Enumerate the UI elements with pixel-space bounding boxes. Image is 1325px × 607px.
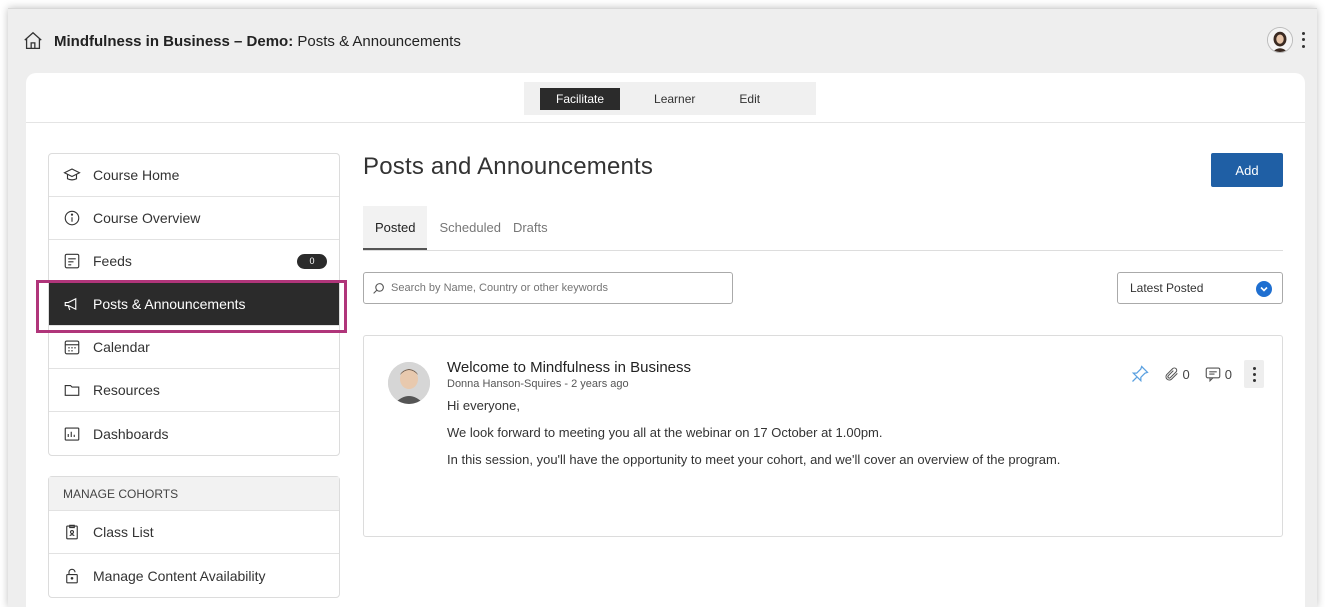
- search-input[interactable]: [391, 282, 711, 294]
- pin-icon[interactable]: [1130, 364, 1150, 384]
- app-window: Mindfulness in Business – Demo: Posts & …: [8, 8, 1317, 607]
- post-more-options-icon[interactable]: [1244, 360, 1264, 388]
- top-bar: Mindfulness in Business – Demo: Posts & …: [8, 9, 1317, 73]
- megaphone-icon: [63, 295, 81, 313]
- sidebar-item-label: Posts & Announcements: [93, 296, 246, 312]
- manage-cohorts-heading: MANAGE COHORTS: [49, 477, 339, 511]
- post-paragraph: We look forward to meeting you all at th…: [447, 425, 883, 440]
- mode-switcher: Facilitate Learner Edit: [524, 82, 816, 115]
- sidebar-item-label: Course Overview: [93, 210, 201, 226]
- lock-icon: [63, 567, 81, 585]
- post-actions: 0 0: [1116, 360, 1264, 388]
- sidebar: Course Home Course Overview Feeds 0 Post…: [36, 153, 347, 598]
- post-paragraph: Hi everyone,: [447, 398, 520, 413]
- sidebar-item-posts-announcements[interactable]: Posts & Announcements: [49, 283, 339, 326]
- sidebar-item-class-list[interactable]: Class List: [49, 511, 339, 554]
- sidebar-item-label: Feeds: [93, 253, 132, 269]
- attachments-button[interactable]: 0: [1164, 366, 1190, 382]
- course-title: Mindfulness in Business – Demo:: [54, 32, 294, 50]
- feeds-count-badge: 0: [297, 254, 327, 269]
- search-icon: [373, 282, 384, 294]
- sidebar-item-label: Class List: [93, 524, 154, 540]
- sidebar-item-label: Calendar: [93, 339, 150, 355]
- author-avatar: [388, 362, 430, 404]
- sidebar-item-course-home[interactable]: Course Home: [49, 154, 339, 197]
- sidebar-item-manage-content-availability[interactable]: Manage Content Availability: [49, 554, 339, 597]
- mode-bar: Facilitate Learner Edit: [26, 73, 1305, 123]
- home-icon[interactable]: [22, 30, 44, 52]
- sidebar-item-label: Manage Content Availability: [93, 567, 266, 584]
- post-title[interactable]: Welcome to Mindfulness in Business: [447, 359, 691, 376]
- post-card: Welcome to Mindfulness in Business Donna…: [363, 335, 1283, 537]
- dashboard-icon: [63, 425, 81, 443]
- main-panel: Posts and Announcements Add Posted Sched…: [363, 153, 1283, 537]
- chevron-down-icon: [1256, 281, 1272, 297]
- comment-icon: [1205, 367, 1221, 383]
- sidebar-item-feeds[interactable]: Feeds 0: [49, 240, 339, 283]
- feed-icon: [63, 252, 81, 270]
- more-options-icon[interactable]: [1297, 30, 1309, 50]
- clipboard-icon: [63, 523, 81, 541]
- user-avatar[interactable]: [1267, 27, 1293, 53]
- page-breadcrumb-title: Mindfulness in Business – Demo: Posts & …: [54, 33, 461, 50]
- post-meta: Donna Hanson-Squires - 2 years ago: [447, 378, 629, 390]
- page-title: Posts and Announcements: [363, 153, 654, 180]
- sort-select[interactable]: Latest Posted: [1117, 272, 1283, 304]
- tab-posted[interactable]: Posted: [363, 206, 428, 250]
- manage-cohorts-panel: MANAGE COHORTS Class List Manage Content…: [48, 476, 340, 598]
- course-nav: Course Home Course Overview Feeds 0 Post…: [48, 153, 340, 456]
- tab-scheduled[interactable]: Scheduled: [439, 206, 512, 250]
- user-avatar-image: [1268, 28, 1292, 52]
- sidebar-item-dashboards[interactable]: Dashboards: [49, 412, 339, 455]
- add-button[interactable]: Add: [1211, 153, 1283, 187]
- attachments-count: 0: [1182, 366, 1190, 382]
- post-tabs: Posted Scheduled Drafts: [363, 206, 1283, 251]
- post-paragraph: In this session, you'll have the opportu…: [447, 452, 1061, 467]
- graduation-cap-icon: [63, 166, 81, 184]
- comments-count: 0: [1224, 366, 1232, 382]
- section-title: Posts & Announcements: [293, 32, 461, 50]
- folder-icon: [63, 381, 81, 399]
- search-box: [363, 272, 733, 304]
- calendar-icon: [63, 338, 81, 356]
- sidebar-item-label: Course Home: [93, 167, 180, 183]
- paperclip-icon: [1165, 367, 1178, 381]
- post-body: Hi everyone, We look forward to meeting …: [447, 396, 1107, 477]
- comments-button[interactable]: 0: [1204, 365, 1232, 383]
- author-avatar-image: [388, 362, 430, 404]
- sidebar-item-label: Resources: [93, 382, 160, 398]
- info-icon: [63, 209, 81, 227]
- tab-drafts[interactable]: Drafts: [513, 206, 560, 250]
- mode-tab-learner[interactable]: Learner: [642, 88, 707, 110]
- sidebar-item-calendar[interactable]: Calendar: [49, 326, 339, 369]
- sidebar-item-label: Dashboards: [93, 425, 169, 442]
- mode-tab-facilitate[interactable]: Facilitate: [540, 87, 621, 110]
- content-area: Course Home Course Overview Feeds 0 Post…: [26, 123, 1305, 607]
- sidebar-item-resources[interactable]: Resources: [49, 369, 339, 412]
- sort-selected-value: Latest Posted: [1130, 281, 1204, 295]
- sidebar-item-course-overview[interactable]: Course Overview: [49, 197, 339, 240]
- mode-tab-edit[interactable]: Edit: [727, 88, 772, 110]
